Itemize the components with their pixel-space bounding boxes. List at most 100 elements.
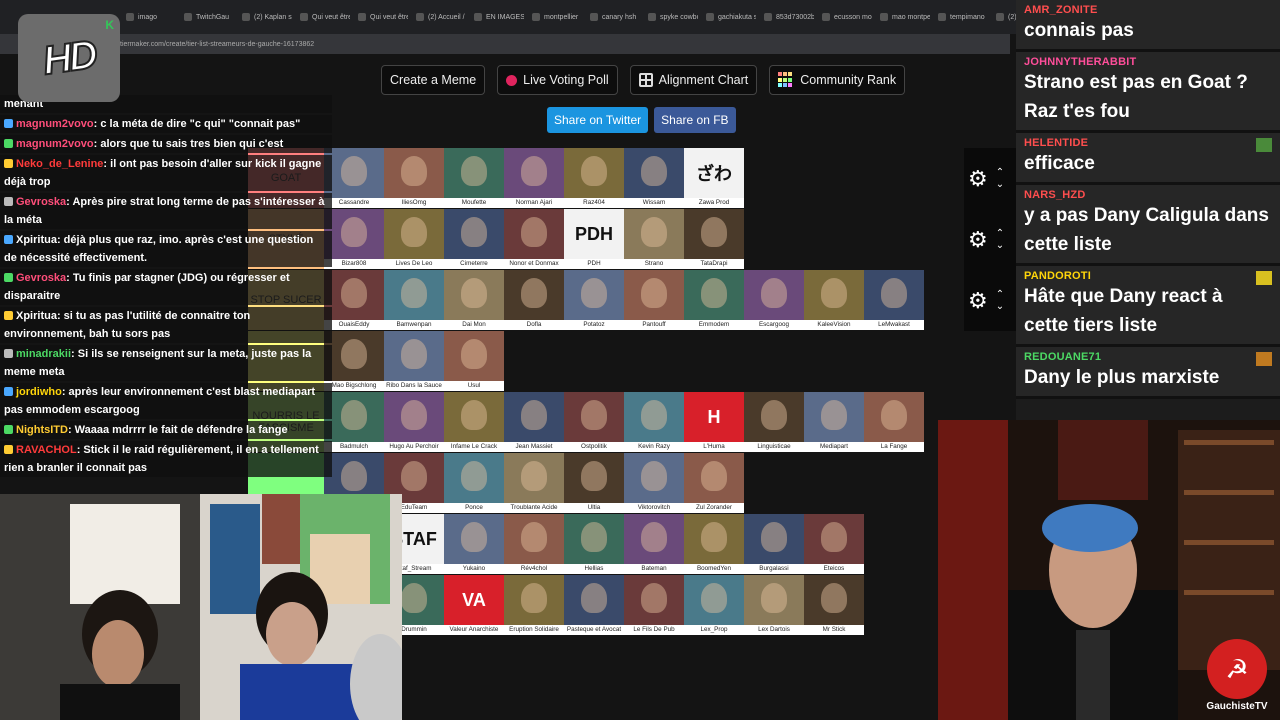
browser-tab[interactable]: spyke cowboy [642, 5, 698, 29]
tier-item[interactable]: Badmulch [324, 392, 384, 452]
browser-tab[interactable]: canary hsh [584, 5, 640, 29]
chevron-up-icon[interactable]: ⌃ [996, 228, 1004, 240]
chat-username[interactable]: RAVACHOL [16, 444, 77, 456]
tier-item[interactable]: Emmodem [684, 270, 744, 330]
tier-item[interactable]: Lives De Leo [384, 209, 444, 269]
chat-username[interactable]: NARS_HZD [1024, 189, 1272, 201]
live-voting-button[interactable]: Live Voting Poll [497, 65, 618, 95]
tier-item[interactable]: Usul [444, 331, 504, 391]
tier-item[interactable]: Zul Zorander [684, 453, 744, 513]
tier-item[interactable]: H L'Huma [684, 392, 744, 452]
tier-item[interactable]: Le Fils De Pub [624, 575, 684, 635]
tier-item[interactable]: Rév4chol [504, 514, 564, 574]
chat-username[interactable]: Xpiritua [16, 310, 57, 322]
browser-tab[interactable]: (2) Kaplan sur [236, 5, 292, 29]
browser-tab[interactable]: gachiakuta se [700, 5, 756, 29]
tier-item[interactable]: Moufette [444, 148, 504, 208]
browser-tab[interactable]: ecusson mont [816, 5, 872, 29]
tier-item[interactable]: Cassandre [324, 148, 384, 208]
chat-username[interactable]: magnum2vovo [16, 118, 94, 130]
tier-item[interactable]: IliesOmg [384, 148, 444, 208]
chat-username[interactable]: Gevroska [16, 272, 66, 284]
tier-item[interactable]: OuaisEddy [324, 270, 384, 330]
tier-item[interactable]: ざわ Zawa Prod [684, 148, 744, 208]
tier-item[interactable]: Bizar808 [324, 209, 384, 269]
tier-item[interactable]: Bateman [624, 514, 684, 574]
tier-item[interactable]: Hugo Au Perchoir [384, 392, 444, 452]
tier-item[interactable]: Troublante Acide [504, 453, 564, 513]
tier-item[interactable]: VA Valeur Anarchiste [444, 575, 504, 635]
tier-item[interactable]: Jean Massiet [504, 392, 564, 452]
tier-item[interactable]: Dai Mon [444, 270, 504, 330]
tier-item[interactable]: Pantouff [624, 270, 684, 330]
chat-username[interactable]: Xpiritua [16, 234, 57, 246]
chevron-down-icon[interactable]: ⌄ [996, 179, 1004, 191]
tier-item[interactable]: Mao Bigschlong [324, 331, 384, 391]
tier-item[interactable]: Burgalassi [744, 514, 804, 574]
gear-icon[interactable]: ⚙ [968, 227, 988, 253]
tier-item[interactable]: Nonor et Donmax [504, 209, 564, 269]
create-meme-button[interactable]: Create a Meme [381, 65, 486, 95]
browser-tab[interactable]: Qui veut être [352, 5, 408, 29]
browser-tab[interactable]: (2) Accueil / X [410, 5, 466, 29]
tier-item[interactable]: Ostpolitik [564, 392, 624, 452]
tier-item[interactable]: LeMwakast [864, 270, 924, 330]
tier-item[interactable]: Escargoog [744, 270, 804, 330]
chat-username[interactable]: minadrakii [16, 348, 71, 360]
browser-tab[interactable]: tempimano [932, 5, 988, 29]
chat-username[interactable]: REDOUANE71 [1024, 351, 1272, 363]
tier-item[interactable]: BoomedYen [684, 514, 744, 574]
tier-item[interactable]: Dofla [504, 270, 564, 330]
tier-item[interactable]: TataDrapi [684, 209, 744, 269]
tier-item[interactable]: Pasteque et Avocat [564, 575, 624, 635]
tier-item[interactable]: La Fange [864, 392, 924, 452]
chat-username[interactable]: Gevroska [16, 196, 66, 208]
chat-username[interactable]: HELENTIDE [1024, 137, 1272, 149]
tier-item[interactable]: Hellias [564, 514, 624, 574]
tier-item[interactable]: Norman Ajari [504, 148, 564, 208]
alignment-chart-button[interactable]: Alignment Chart [629, 65, 758, 95]
tier-item[interactable]: Kevin Razy [624, 392, 684, 452]
browser-tab[interactable]: imago [120, 5, 176, 29]
tier-item[interactable]: Mediapart [804, 392, 864, 452]
chat-username[interactable]: JOHNNYTHERABBIT [1024, 56, 1272, 68]
tier-item[interactable]: PDH PDH [564, 209, 624, 269]
tier-item[interactable]: Ponce [444, 453, 504, 513]
community-rank-button[interactable]: Community Rank [769, 65, 906, 95]
browser-tab[interactable]: 853d73002b [758, 5, 814, 29]
browser-tab[interactable]: montpellier [526, 5, 582, 29]
share-twitter-button[interactable]: Share on Twitter [547, 107, 649, 133]
tier-item[interactable]: Ultia [564, 453, 624, 513]
tier-item[interactable]: Eteicos [804, 514, 864, 574]
url-text[interactable]: tiermaker.com/create/tier-list-streameur… [120, 41, 314, 48]
tier-item[interactable]: Raz404 [564, 148, 624, 208]
chevron-up-icon[interactable]: ⌃ [996, 167, 1004, 179]
tier-item[interactable]: Viktorovitch [624, 453, 684, 513]
chat-username[interactable]: NightsITD [16, 424, 68, 436]
tier-item[interactable]: Infame Le Crack [444, 392, 504, 452]
share-fb-button[interactable]: Share on FB [654, 107, 736, 133]
tier-item[interactable]: Potatoz [564, 270, 624, 330]
gear-icon[interactable]: ⚙ [968, 166, 988, 192]
gear-icon[interactable]: ⚙ [968, 288, 988, 314]
tier-item[interactable]: Lex_Prop [684, 575, 744, 635]
chat-username[interactable]: jordiwho [16, 386, 62, 398]
tier-item[interactable]: Strano [624, 209, 684, 269]
tier-item[interactable]: Bamwenpan [384, 270, 444, 330]
tier-item[interactable]: Lex Dartois [744, 575, 804, 635]
tier-item[interactable]: Linguisticae [744, 392, 804, 452]
tier-item[interactable]: Yukaino [444, 514, 504, 574]
browser-tab[interactable]: mao montpelli [874, 5, 930, 29]
browser-tab[interactable]: TwitchGau [178, 5, 234, 29]
chevron-down-icon[interactable]: ⌄ [996, 301, 1004, 313]
tier-item[interactable]: Wissam [624, 148, 684, 208]
browser-address-bar[interactable]: tiermaker.com/create/tier-list-streameur… [0, 34, 1010, 54]
browser-tab[interactable]: EN IMAGES. De [468, 5, 524, 29]
chevron-up-icon[interactable]: ⌃ [996, 289, 1004, 301]
chevron-down-icon[interactable]: ⌄ [996, 240, 1004, 252]
browser-tab[interactable]: Qui veut être [294, 5, 350, 29]
chat-username[interactable]: PANDOROTI [1024, 270, 1272, 282]
tier-item[interactable]: Cimeterre [444, 209, 504, 269]
chat-username[interactable]: magnum2vovo [16, 138, 94, 150]
tier-item[interactable]: KaleeVision [804, 270, 864, 330]
